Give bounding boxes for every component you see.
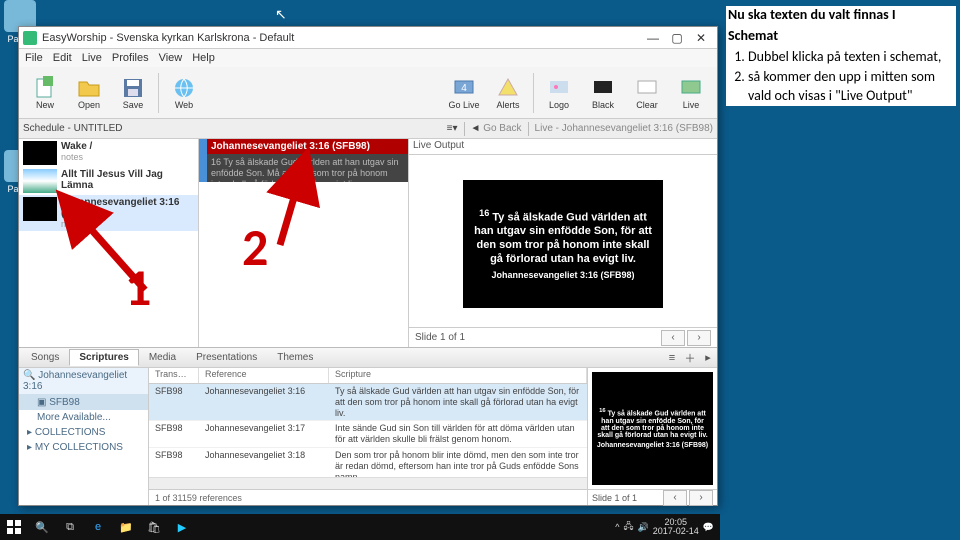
titlebar: EasyWorship - Svenska kyrkan Karlskrona … — [19, 27, 717, 49]
menu-profiles[interactable]: Profiles — [112, 52, 149, 64]
tab-songs[interactable]: Songs — [21, 349, 69, 366]
save-button[interactable]: Save — [111, 69, 155, 117]
black-button[interactable]: Black — [581, 69, 625, 117]
preview-prev-button[interactable]: ‹ — [663, 490, 687, 506]
app-window: EasyWorship - Svenska kyrkan Karlskrona … — [18, 26, 718, 506]
tab-scriptures[interactable]: Scriptures — [69, 349, 138, 366]
scripture-search-input[interactable]: 🔍 Johannesevangeliet 3:16 — [19, 368, 148, 395]
schedule-panel: Wake /notes Allt Till Jesus Vill Jag Läm… — [19, 139, 199, 347]
toolbar: New Open Save Web 4Go Live Alerts Logo B… — [19, 67, 717, 119]
library-preview-panel: 16 Ty så älskade Gud världen att han utg… — [587, 368, 717, 505]
live-output-header: Live Output — [409, 139, 717, 155]
result-row[interactable]: SFB98Johannesevangeliet 3:18Den som tror… — [149, 448, 587, 477]
logo-button[interactable]: Logo — [537, 69, 581, 117]
lib-play-icon[interactable]: ▸ — [701, 351, 715, 365]
menu-view[interactable]: View — [159, 52, 183, 64]
live-preview: 16 Ty så älskade Gud världen att han utg… — [463, 180, 663, 308]
clear-button[interactable]: Clear — [625, 69, 669, 117]
tab-themes[interactable]: Themes — [267, 349, 323, 366]
schedule-item-selected[interactable]: Johannesevangeliet 3:16 (SFB98)notes — [19, 195, 198, 231]
toolbar-separator — [158, 73, 159, 113]
slide-header: Johannesevangeliet 3:16 (SFB98) — [207, 139, 408, 154]
result-row[interactable]: SFB98Johannesevangeliet 3:16Ty så älskad… — [149, 384, 587, 421]
tree-mycollections[interactable]: ▸ MY COLLECTIONS — [19, 440, 148, 455]
taskbar: 🔍 ⧉ e 📁 🛍 ▶ ^ 🖧 🔊 20:052017-02-14 💬 — [0, 514, 720, 540]
taskview-icon[interactable]: ⧉ — [56, 514, 84, 540]
edge-icon[interactable]: e — [84, 514, 112, 540]
store-icon[interactable]: 🛍 — [140, 514, 168, 540]
library-tree: 🔍 Johannesevangeliet 3:16 ▣ SFB98 More A… — [19, 368, 149, 505]
instruction-panel: Nu ska texten du valt finnas I Schemat D… — [726, 6, 956, 106]
slide-item-selected[interactable]: Johannesevangeliet 3:16 (SFB98) 16 Ty så… — [199, 139, 408, 182]
volume-icon[interactable]: 🔊 — [638, 522, 649, 533]
library-preview: 16 Ty så älskade Gud världen att han utg… — [592, 372, 713, 485]
network-icon[interactable]: 🖧 — [623, 519, 633, 535]
maximize-button[interactable]: ▢ — [665, 29, 689, 47]
open-button[interactable]: Open — [67, 69, 111, 117]
tab-media[interactable]: Media — [139, 349, 186, 366]
live-output-panel: Live Output 16 Ty så älskade Gud världen… — [409, 139, 717, 347]
menu-live[interactable]: Live — [82, 52, 102, 64]
app-taskbar-icon[interactable]: ▶ — [168, 514, 196, 540]
goback-button[interactable]: ◄ Go Back — [471, 123, 522, 134]
slide-counter: Slide 1 of 1 — [415, 332, 465, 343]
minimize-button[interactable]: — — [641, 29, 665, 47]
golive-button[interactable]: 4Go Live — [442, 69, 486, 117]
sched-opts-icon[interactable]: ≡▾ — [447, 123, 458, 134]
thumb-icon — [23, 197, 57, 221]
live-button[interactable]: Live — [669, 69, 713, 117]
taskbar-clock[interactable]: 20:052017-02-14 — [653, 518, 699, 537]
notification-icon[interactable]: 💬 — [703, 522, 714, 533]
toolbar-separator — [533, 73, 534, 113]
library-body: 🔍 Johannesevangeliet 3:16 ▣ SFB98 More A… — [19, 367, 717, 505]
menu-file[interactable]: File — [25, 52, 43, 64]
schedule-item[interactable]: Wake /notes — [19, 139, 198, 167]
slide-panel: Johannesevangeliet 3:16 (SFB98) 16 Ty så… — [199, 139, 409, 347]
schedule-item[interactable]: Allt Till Jesus Vill Jag Lämna — [19, 167, 198, 195]
explorer-icon[interactable]: 📁 — [112, 514, 140, 540]
tree-sfb[interactable]: ▣ SFB98 — [19, 395, 148, 410]
menu-edit[interactable]: Edit — [53, 52, 72, 64]
search-icon[interactable]: 🔍 — [28, 514, 56, 540]
lib-options-icon[interactable]: ≡ — [665, 351, 679, 365]
schedule-name: UNTITLED — [74, 123, 123, 134]
live-slide-title: Live - Johannesevangeliet 3:16 (SFB98) — [535, 123, 713, 134]
new-button[interactable]: New — [23, 69, 67, 117]
schedule-label: Schedule - — [23, 123, 71, 134]
menu-help[interactable]: Help — [192, 52, 215, 64]
prev-slide-button[interactable]: ‹ — [661, 330, 685, 346]
alerts-button[interactable]: Alerts — [486, 69, 530, 117]
app-icon — [23, 31, 37, 45]
close-button[interactable]: ✕ — [689, 29, 713, 47]
instruction-item: så kommer den upp i mitten som vald och … — [748, 68, 954, 106]
horizontal-scrollbar[interactable] — [149, 477, 587, 489]
selection-indicator — [199, 139, 207, 182]
next-slide-button[interactable]: › — [687, 330, 711, 346]
tab-presentations[interactable]: Presentations — [186, 349, 267, 366]
tree-collections[interactable]: ▸ COLLECTIONS — [19, 425, 148, 440]
thumb-icon — [23, 169, 57, 193]
result-row[interactable]: SFB98Johannesevangeliet 3:17Inte sände G… — [149, 421, 587, 448]
lib-add-icon[interactable]: ＋ — [683, 351, 697, 365]
library-tabs: Songs Scriptures Media Presentations The… — [19, 347, 717, 367]
preview-next-button[interactable]: › — [689, 490, 713, 506]
results-status: 1 of 31159 references — [149, 489, 587, 505]
web-button[interactable]: Web — [162, 69, 206, 117]
tree-more[interactable]: More Available... — [19, 410, 148, 425]
schedule-bar: Schedule - UNTITLED ≡▾ ◄ Go Back Live - … — [19, 119, 717, 139]
thumb-icon — [23, 141, 57, 165]
start-button[interactable] — [0, 514, 28, 540]
system-tray[interactable]: ^ 🖧 🔊 20:052017-02-14 💬 — [609, 518, 720, 537]
instruction-item: Dubbel klicka på texten i schemat, — [748, 48, 954, 67]
svg-text:4: 4 — [461, 83, 467, 94]
chevron-up-icon[interactable]: ^ — [615, 522, 619, 532]
menubar: File Edit Live Profiles View Help — [19, 49, 717, 67]
preview-slide-counter: Slide 1 of 1 — [592, 493, 637, 503]
cursor-icon: ↖ — [275, 6, 287, 23]
slide-body: 16 Ty så älskade Gud världen att han utg… — [207, 154, 408, 182]
window-title: EasyWorship - Svenska kyrkan Karlskrona … — [42, 32, 641, 44]
scripture-results: Trans… Reference Scripture SFB98Johannes… — [149, 368, 587, 505]
results-header: Trans… Reference Scripture — [149, 368, 587, 384]
